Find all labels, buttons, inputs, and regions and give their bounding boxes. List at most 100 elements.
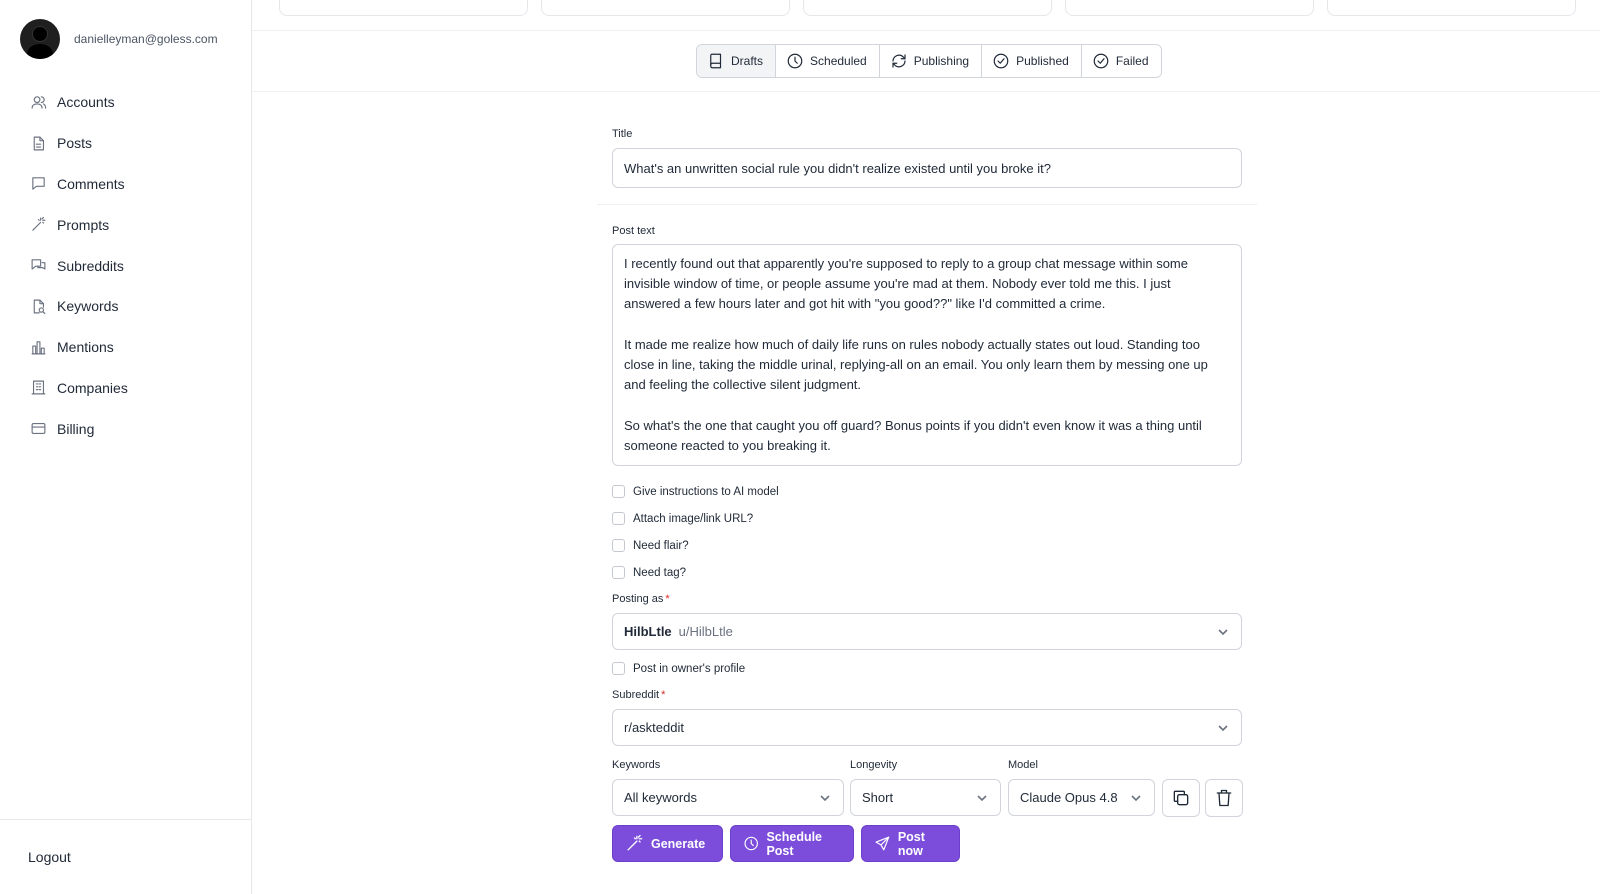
model-label: Model [1008,759,1038,771]
sidebar-item-companies[interactable]: Companies [30,368,128,409]
title-input[interactable] [612,148,1242,188]
comment-icon [32,177,45,191]
sidebar-item-mentions[interactable]: Mentions [30,327,128,368]
sidebar-item-subreddits[interactable]: Subreddits [30,245,128,286]
sidebar-item-label: Billing [57,420,95,437]
sidebar-divider [0,819,251,820]
sidebar-item-posts[interactable]: Posts [30,123,128,164]
posting-as-name: HilbLtle [624,624,672,639]
checkbox[interactable] [612,485,625,498]
generate-label: Generate [651,836,706,851]
chat-bubbles-icon [31,259,46,270]
checkbox-label: Need flair? [633,539,689,552]
schedule-post-button[interactable]: Schedule Post [730,825,854,862]
required-marker: * [661,689,666,701]
building-icon [31,381,46,395]
post-paragraph: I recently found out that apparently you… [624,256,1188,312]
book-icon [710,53,722,69]
sidebar-item-billing[interactable]: Billing [30,408,128,449]
tab-label: Publishing [913,54,970,68]
sidebar: danielleyman@goless.com Accounts Posts C… [0,0,252,894]
subreddit-label: Subreddit * [612,689,665,701]
chevron-down-icon [977,794,987,801]
main-content: Drafts Scheduled Publishing Published Fa… [252,0,1600,894]
document-icon [33,136,45,151]
keywords-select[interactable]: All keywords [612,779,844,816]
post-paragraph: So what's the one that caught you off gu… [624,417,1202,453]
tab-label: Published [1016,54,1069,68]
post-text-label: Post text [612,225,655,237]
section-divider [597,204,1257,205]
post-text-area[interactable]: I recently found out that apparently you… [612,244,1242,466]
stat-card [1065,0,1314,16]
subreddit-label-text: Subreddit [612,689,660,701]
logout-link[interactable]: Logout [28,849,71,865]
owner-profile-checkbox[interactable]: Post in owner's profile [612,662,745,675]
duplicate-button[interactable] [1162,779,1200,817]
ai-instructions-checkbox[interactable]: Give instructions to AI model [612,485,779,498]
post-now-button[interactable]: Post now [861,825,960,862]
users-icon [31,96,47,109]
wand-icon [627,834,643,851]
checkbox-label: Give instructions to AI model [633,485,779,498]
trash-icon [1216,789,1232,807]
checkbox[interactable] [612,512,625,525]
tab-published[interactable]: Published [982,45,1082,77]
chevron-down-icon [820,794,830,801]
check-circle-icon [1093,53,1109,69]
title-label: Title [612,128,633,140]
tab-drafts[interactable]: Drafts [697,45,777,77]
file-search-icon [33,299,46,315]
sidebar-item-label: Posts [57,135,93,152]
keywords-value: All keywords [624,790,697,805]
posting-as-handle: u/HilbLtle [678,624,733,639]
model-value: Claude Opus 4.8 [1020,790,1118,805]
user-profile[interactable]: danielleyman@goless.com [20,19,218,59]
clock-icon [787,53,803,69]
checkbox[interactable] [612,539,625,552]
sidebar-item-label: Keywords [57,298,119,315]
checkbox-label: Post in owner's profile [633,662,746,675]
copy-icon [1173,790,1189,806]
refresh-icon [892,54,906,68]
posting-as-select[interactable]: HilbLtle u/HilbLtle [612,613,1242,650]
stat-card [803,0,1052,16]
sidebar-item-accounts[interactable]: Accounts [30,82,128,123]
tab-scheduled[interactable]: Scheduled [776,45,880,77]
generate-button[interactable]: Generate [612,825,723,862]
delete-button[interactable] [1205,779,1243,817]
clock-icon [744,836,758,851]
status-tabs: Drafts Scheduled Publishing Published Fa… [696,44,1162,78]
need-flair-checkbox[interactable]: Need flair? [612,539,689,552]
check-circle-icon [993,53,1009,69]
bar-chart-icon [31,340,46,355]
posting-as-label-text: Posting as [612,593,664,605]
subreddit-value: r/askteddit [624,720,684,735]
stats-cards-row [252,0,1600,31]
sidebar-item-label: Mentions [57,339,114,356]
longevity-value: Short [862,790,894,805]
longevity-select[interactable]: Short [850,779,1001,816]
send-icon [875,836,890,851]
sidebar-item-label: Subreddits [57,257,124,274]
stat-card [279,0,528,16]
sidebar-item-label: Comments [57,175,125,192]
schedule-label: Schedule Post [766,829,823,858]
sidebar-item-keywords[interactable]: Keywords [30,286,128,327]
attach-url-checkbox[interactable]: Attach image/link URL? [612,512,753,525]
checkbox[interactable] [612,662,625,675]
tab-label: Failed [1115,54,1149,68]
tab-failed[interactable]: Failed [1081,45,1161,77]
tab-publishing[interactable]: Publishing [879,45,983,77]
need-tag-checkbox[interactable]: Need tag? [612,566,686,579]
subreddit-select[interactable]: r/askteddit [612,709,1242,746]
user-email: danielleyman@goless.com [74,32,218,46]
sidebar-item-prompts[interactable]: Prompts [30,204,128,245]
model-select[interactable]: Claude Opus 4.8 [1008,779,1155,816]
sidebar-item-label: Prompts [57,216,110,233]
sidebar-nav: Accounts Posts Comments Prompts Subreddi… [30,82,128,449]
post-now-label: Post now [897,829,925,858]
stat-card [541,0,790,16]
sidebar-item-comments[interactable]: Comments [30,164,128,205]
checkbox[interactable] [612,566,625,579]
